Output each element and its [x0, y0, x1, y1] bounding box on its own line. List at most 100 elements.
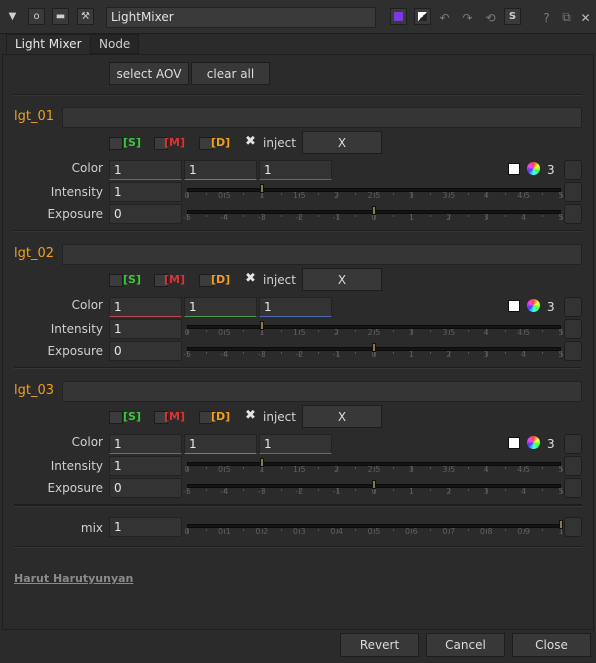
exposure-slider-handle[interactable]	[372, 480, 376, 489]
node-color-icon[interactable]: ▬	[52, 8, 69, 25]
light-aov-field[interactable]	[62, 244, 582, 265]
color-g-input[interactable]: 1	[184, 434, 257, 454]
slider-minor-tick	[280, 193, 282, 195]
center-node-icon[interactable]: o	[28, 8, 45, 25]
intensity-input[interactable]: 1	[109, 319, 182, 339]
channel-count-label[interactable]: 3	[547, 300, 555, 314]
slider-tick-label: 1.5	[292, 328, 306, 337]
remove-light-button[interactable]: X	[302, 405, 382, 428]
color-animation-button[interactable]	[564, 297, 582, 317]
mix-slider-ticks: 0 0.1 0.2 0.3 0.4 0.5 0.6 0.7 0.8 0.9 1	[184, 527, 563, 537]
mix-animation-button[interactable]	[564, 517, 582, 537]
tab-light-mixer[interactable]: Light Mixer	[6, 34, 91, 54]
color-animation-button[interactable]	[564, 160, 582, 180]
channel-count-label[interactable]: 3	[547, 163, 555, 177]
title-bar: ▼ o ▬ ⚒ LightMixer ↶ ↷ ⟲ S ? ⧉ ✕	[0, 0, 596, 34]
exposure-input[interactable]: 0	[109, 478, 182, 498]
slider-tick-label: 2	[334, 191, 340, 200]
revert-button[interactable]: Revert	[340, 633, 419, 657]
color-b-input[interactable]: 1	[259, 160, 332, 180]
color-g-input[interactable]: 1	[184, 297, 257, 317]
color-swatch-button[interactable]	[508, 163, 520, 175]
color-wheel-icon[interactable]	[527, 299, 540, 312]
color-wheel-icon[interactable]	[527, 162, 540, 175]
exposure-slider-handle[interactable]	[372, 206, 376, 215]
solo-checkbox[interactable]	[109, 274, 123, 287]
slider-tick-label: 0	[184, 191, 190, 200]
tile-color-icon[interactable]	[390, 8, 407, 25]
slider-minor-tick	[317, 352, 319, 354]
inject-checkbox-icon[interactable]: ✖	[245, 408, 256, 423]
color-label: Color	[71, 161, 103, 175]
channel-count-label[interactable]: 3	[547, 437, 555, 451]
exposure-slider-ticks: -5 -4 -3 -2 -1 0 1 2 3 4 5	[183, 350, 564, 360]
color-animation-button[interactable]	[564, 434, 582, 454]
tab-node[interactable]: Node	[90, 34, 140, 54]
wrench-icon[interactable]: ⚒	[77, 8, 94, 25]
slider-tick-label: 0.5	[218, 328, 231, 337]
slider-minor-tick	[355, 193, 357, 195]
slider-tick-label: 3.5	[442, 465, 456, 474]
color-g-input[interactable]: 1	[184, 160, 257, 180]
exposure-animation-button[interactable]	[564, 341, 582, 361]
redo-icon[interactable]: ↷	[459, 9, 476, 26]
color-r-input[interactable]: 1	[109, 160, 182, 180]
light-aov-field[interactable]	[62, 381, 582, 402]
exposure-slider-handle[interactable]	[372, 343, 376, 352]
color-wheel-icon[interactable]	[527, 436, 540, 449]
float-panel-icon[interactable]: ⧉	[558, 9, 575, 26]
intensity-animation-button[interactable]	[564, 456, 582, 476]
remove-light-button[interactable]: X	[302, 268, 382, 291]
slider-tick-label: -1	[332, 350, 341, 359]
collapse-arrow-icon[interactable]: ▼	[4, 8, 21, 25]
font-color-icon[interactable]	[414, 8, 431, 25]
close-icon[interactable]: ✕	[577, 9, 594, 26]
inject-checkbox-icon[interactable]: ✖	[245, 134, 256, 149]
slider-tick-label: 5	[558, 328, 564, 337]
undo-icon[interactable]: ↶	[436, 9, 453, 26]
mix-slider-handle[interactable]	[559, 520, 563, 529]
exposure-input[interactable]: 0	[109, 204, 182, 224]
intensity-slider-handle[interactable]	[259, 458, 264, 467]
script-editor-icon[interactable]: S	[504, 8, 521, 25]
inject-checkbox-icon[interactable]: ✖	[245, 271, 256, 286]
intensity-input[interactable]: 1	[109, 182, 182, 202]
color-r-input[interactable]: 1	[109, 297, 182, 317]
intensity-animation-button[interactable]	[564, 319, 582, 339]
slider-tick-label: -2	[295, 213, 304, 222]
slider-minor-tick	[392, 330, 394, 332]
intensity-label: Intensity	[50, 185, 103, 199]
intensity-slider-handle[interactable]	[259, 321, 264, 330]
slider-tick-label: -3	[257, 213, 266, 222]
color-b-input[interactable]: 1	[259, 434, 332, 454]
solo-checkbox[interactable]	[109, 137, 123, 150]
color-r-input[interactable]: 1	[109, 434, 182, 454]
exposure-input[interactable]: 0	[109, 341, 182, 361]
solo-checkbox[interactable]	[109, 411, 123, 424]
exposure-animation-button[interactable]	[564, 204, 582, 224]
intensity-input[interactable]: 1	[109, 456, 182, 476]
cancel-button[interactable]: Cancel	[426, 633, 505, 657]
color-swatch-button[interactable]	[508, 437, 520, 449]
slider-tick-label: 3	[408, 328, 414, 337]
slider-tick-label: 4	[521, 350, 527, 359]
slider-minor-tick	[542, 529, 544, 531]
light-aov-field[interactable]	[62, 107, 582, 128]
node-name-field[interactable]: LightMixer	[106, 7, 376, 28]
select-aov-button[interactable]: select AOV	[109, 62, 189, 85]
slider-tick-label: -5	[183, 350, 191, 359]
slider-minor-tick	[542, 193, 544, 195]
intensity-slider-handle[interactable]	[259, 184, 264, 193]
author-link[interactable]: Harut Harutyunyan	[14, 572, 133, 585]
remove-light-button[interactable]: X	[302, 131, 382, 154]
close-button[interactable]: Close	[512, 633, 591, 657]
color-swatch-button[interactable]	[508, 300, 520, 312]
help-icon[interactable]: ?	[538, 9, 555, 26]
revert-knobs-icon[interactable]: ⟲	[482, 9, 499, 26]
exposure-animation-button[interactable]	[564, 478, 582, 498]
slider-tick-label: 3	[483, 487, 489, 496]
intensity-animation-button[interactable]	[564, 182, 582, 202]
color-b-input[interactable]: 1	[259, 297, 332, 317]
mix-input[interactable]: 1	[109, 517, 182, 537]
clear-all-button[interactable]: clear all	[191, 62, 270, 85]
